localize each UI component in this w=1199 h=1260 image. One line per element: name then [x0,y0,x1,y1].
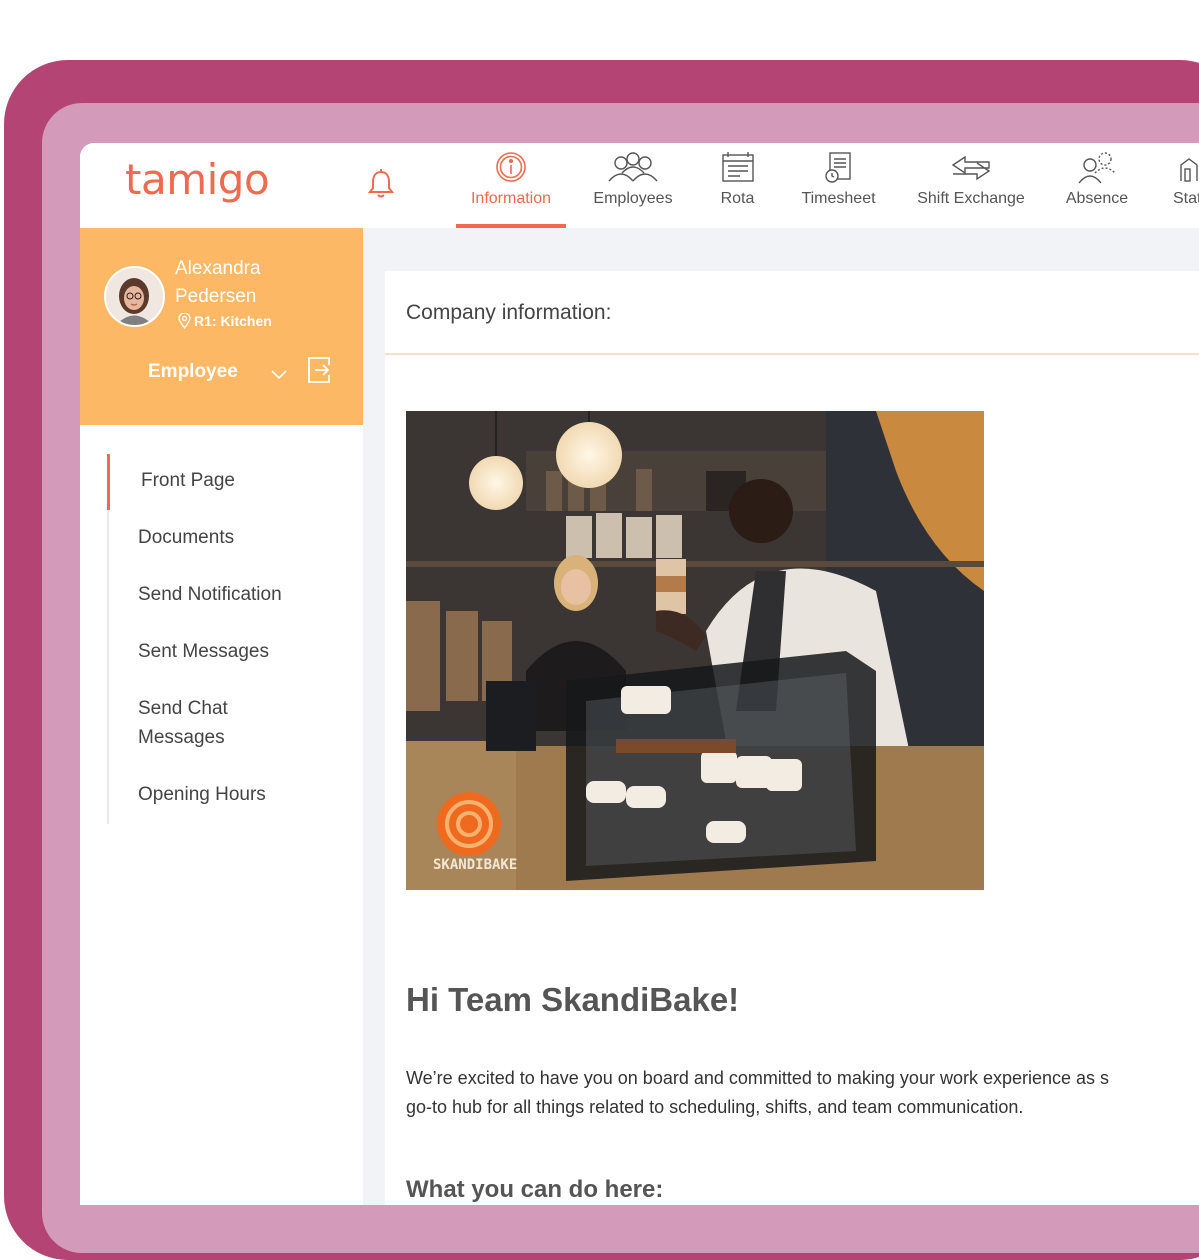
sidebar-item-front-page[interactable]: Front Page [141,466,235,495]
nav-label: Absence [1065,190,1129,207]
sidebar-item-send-chat-messages[interactable]: Send Chat Messages [138,694,248,752]
nav-label: Employees [593,190,673,207]
user-location: R1: Kitchen [178,313,272,329]
nav-shift-exchange[interactable]: Shift Exchange [902,143,1040,228]
bell-icon[interactable] [368,168,394,198]
sidebar-item-send-notification[interactable]: Send Notification [138,580,282,609]
employees-icon [608,152,658,182]
nav-statistics[interactable]: Stati [1154,143,1199,228]
main-nav: Information Employees Rota Timesheet Shi… [456,143,1199,228]
company-photo: SKANDIBAKE [406,411,984,890]
nav-label: Timesheet [801,190,876,207]
nav-timesheet[interactable]: Timesheet [775,143,902,228]
info-icon [496,152,526,182]
nav-label: Shift Exchange [917,190,1025,207]
welcome-paragraph: We’re excited to have you on board and c… [406,1064,1199,1122]
nav-employees[interactable]: Employees [566,143,700,228]
rota-icon [721,152,754,182]
card-title: Company information: [406,301,612,324]
nav-label: Information [470,190,552,207]
active-indicator [107,454,110,510]
sidebar-item-sent-messages[interactable]: Sent Messages [138,637,269,666]
avatar[interactable] [104,266,165,327]
welcome-heading: Hi Team SkandiBake! [406,981,740,1018]
nav-rota[interactable]: Rota [700,143,775,228]
role-selector[interactable]: Employee [148,361,238,383]
nav-label: Rota [720,190,755,207]
tamigo-logo[interactable]: tamigo [125,155,270,204]
profile-panel: Alexandra Pedersen R1: Kitchen Employee [80,228,363,425]
top-header: tamigo Information Employees Rota Timesh… [80,143,1199,229]
location-pin-icon [178,313,191,329]
card-divider [385,353,1199,355]
photo-brand-text: SKANDIBAKE [433,857,517,873]
features-subheading: What you can do here: [406,1176,664,1203]
absence-icon [1078,152,1116,184]
welcome-line-1: We’re excited to have you on board and c… [406,1068,1110,1088]
welcome-line-2: go-to hub for all things related to sche… [406,1097,1024,1117]
nav-absence[interactable]: Absence [1040,143,1154,228]
logout-icon[interactable] [307,356,331,384]
sidebar-menu: Front Page Documents Send Notification S… [107,454,369,824]
sidebar-item-documents[interactable]: Documents [138,523,234,552]
company-info-card: Company information: SKANDIBAKE Hi Team … [385,271,1199,1205]
nav-information[interactable]: Information [456,143,566,228]
app-window: tamigo Information Employees Rota Timesh… [80,143,1199,1205]
statistics-icon [1180,158,1198,182]
sidebar-item-opening-hours[interactable]: Opening Hours [138,780,266,809]
nav-label: Stati [1172,190,1199,207]
user-location-text: R1: Kitchen [194,313,272,329]
chevron-down-icon[interactable] [270,368,288,382]
shift-exchange-icon [951,155,991,181]
timesheet-icon [824,152,851,183]
user-name: Alexandra Pedersen [175,258,261,307]
